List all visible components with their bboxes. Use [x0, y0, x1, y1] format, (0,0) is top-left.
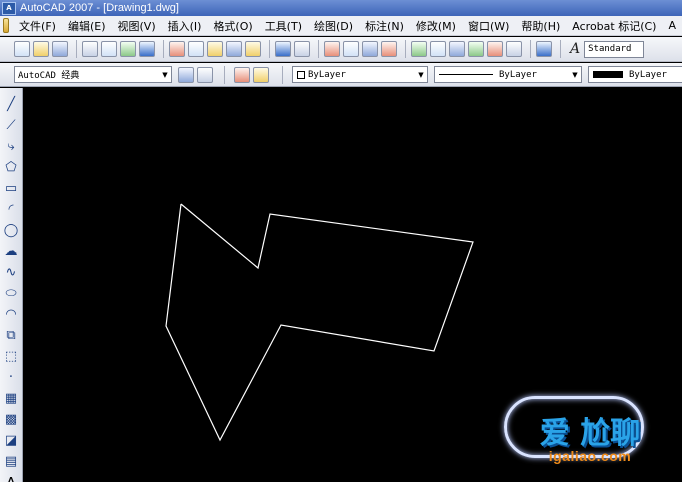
construction-line-tool-icon[interactable]: ⟋ [2, 117, 20, 135]
zoom-realtime-icon[interactable] [343, 41, 359, 57]
pan-icon[interactable] [324, 41, 340, 57]
spline-tool-icon[interactable]: ∿ [2, 264, 20, 282]
menu-dimension[interactable]: 标注(N) [359, 18, 410, 34]
menu-format[interactable]: 格式(O) [207, 18, 258, 34]
watermark-logo: 爱 尬聊 igaliao.com [498, 388, 682, 480]
table-tool-icon[interactable]: ▤ [2, 453, 20, 471]
ellipse-tool-icon[interactable]: ⬭ [2, 285, 20, 303]
polyline-tool-icon[interactable]: ⤷ [2, 138, 20, 156]
menu-modify[interactable]: 修改(M) [410, 18, 462, 34]
zoom-window-icon[interactable] [362, 41, 378, 57]
chevron-down-icon: ▼ [572, 70, 578, 79]
toolbar-divider [163, 40, 164, 58]
chevron-down-icon: ▼ [418, 70, 424, 79]
watermark-brand: 爱 尬聊 [539, 416, 641, 451]
redo-icon[interactable] [294, 41, 310, 57]
text-style-select[interactable]: Standard [584, 40, 645, 58]
plot-preview-icon[interactable] [101, 41, 117, 57]
document-menu-icon[interactable] [3, 18, 10, 33]
insert-block-tool-icon[interactable]: ⧉ [2, 327, 20, 345]
calculator-icon[interactable] [506, 41, 522, 57]
color-value: ByLayer [308, 69, 346, 80]
rectangle-tool-icon[interactable]: ▭ [2, 180, 20, 198]
menu-window[interactable]: 窗口(W) [462, 18, 515, 34]
zoom-previous-icon[interactable] [381, 41, 397, 57]
help-icon[interactable] [536, 41, 552, 57]
toolbar-divider [282, 65, 283, 84]
circle-tool-icon[interactable]: ◯ [2, 222, 20, 240]
drawn-polyline[interactable] [165, 203, 474, 442]
new-file-icon[interactable] [14, 41, 30, 57]
linetype-select[interactable]: ByLayer ▼ [434, 66, 582, 83]
workspace-select[interactable]: AutoCAD 经典 ▼ [14, 66, 172, 83]
workspace-value: AutoCAD 经典 [18, 71, 80, 81]
acrobat-pdf-icon[interactable] [234, 66, 250, 83]
print-icon[interactable] [82, 41, 98, 57]
revision-cloud-tool-icon[interactable]: ☁ [2, 243, 20, 261]
properties-toolbar: AutoCAD 经典 ▼ ByLayer ▼ ByLayer ▼ ByLayer [0, 63, 682, 87]
linetype-value: ByLayer [499, 69, 537, 80]
menu-draw[interactable]: 绘图(D) [308, 18, 359, 34]
lineweight-value: ByLayer [629, 69, 667, 80]
toolbar-divider [405, 40, 406, 58]
toolbar-divider [76, 40, 77, 58]
region-tool-icon[interactable]: ◪ [2, 432, 20, 450]
tool-palettes-icon[interactable] [449, 41, 465, 57]
point-tool-icon[interactable]: · [2, 369, 20, 387]
save-icon[interactable] [52, 41, 68, 57]
cut-icon[interactable] [169, 41, 185, 57]
toolbar-divider [530, 40, 531, 58]
lineweight-select[interactable]: ByLayer [588, 66, 682, 83]
color-select[interactable]: ByLayer ▼ [292, 66, 428, 83]
match-properties-icon[interactable] [226, 41, 242, 57]
linetype-sample [439, 74, 493, 75]
toolbar-divider [318, 40, 319, 58]
autocad-app-icon[interactable]: A [2, 1, 16, 15]
chevron-down-icon: ▼ [162, 70, 168, 79]
menu-insert[interactable]: 插入(I) [162, 18, 208, 34]
line-tool-icon[interactable]: ╱ [2, 96, 20, 114]
menu-help[interactable]: 帮助(H) [515, 18, 566, 34]
toolbar-divider [224, 65, 225, 84]
ellipse-arc-tool-icon[interactable]: ◠ [2, 306, 20, 324]
undo-icon[interactable] [275, 41, 291, 57]
menu-file[interactable]: 文件(F) [13, 18, 62, 34]
paste-icon[interactable] [207, 41, 223, 57]
open-file-icon[interactable] [33, 41, 49, 57]
acrobat-email-icon[interactable] [253, 66, 269, 83]
color-swatch [297, 70, 305, 79]
toolbar-divider [269, 40, 270, 58]
3d-dwf-icon[interactable] [139, 41, 155, 57]
lineweight-sample [593, 71, 623, 78]
block-editor-icon[interactable] [245, 41, 261, 57]
markup-set-manager-icon[interactable] [487, 41, 503, 57]
polygon-tool-icon[interactable]: ⬠ [2, 159, 20, 177]
window-title: AutoCAD 2007 - [Drawing1.dwg] [20, 2, 179, 14]
text-style-icon[interactable]: A [570, 41, 580, 57]
title-bar: A AutoCAD 2007 - [Drawing1.dwg] [0, 0, 682, 16]
hatch-tool-icon[interactable]: ▦ [2, 390, 20, 408]
menu-edit[interactable]: 编辑(E) [62, 18, 112, 34]
menu-acrobat-markup[interactable]: Acrobat 标记(C) [566, 18, 662, 34]
make-block-tool-icon[interactable]: ⬚ [2, 348, 20, 366]
arc-tool-icon[interactable]: ◜ [2, 201, 20, 219]
watermark-url: igaliao.com [548, 448, 632, 464]
menu-bar: 文件(F) 编辑(E) 视图(V) 插入(I) 格式(O) 工具(T) 绘图(D… [0, 16, 682, 36]
workspace-settings-icon[interactable] [178, 66, 194, 83]
toolbar-divider [560, 40, 561, 58]
gradient-tool-icon[interactable]: ▩ [2, 411, 20, 429]
copy-icon[interactable] [188, 41, 204, 57]
standard-toolbar: A Standard [0, 37, 682, 62]
draw-toolbar: ╱ ⟋ ⤷ ⬠ ▭ ◜ ◯ ☁ ∿ ⬭ ◠ ⧉ ⬚ · ▦ ▩ ◪ ▤ A [0, 88, 23, 482]
publish-icon[interactable] [120, 41, 136, 57]
multiline-text-tool-icon[interactable]: A [2, 474, 20, 482]
design-center-icon[interactable] [430, 41, 446, 57]
menu-overflow[interactable]: A [662, 19, 682, 32]
properties-icon[interactable] [411, 41, 427, 57]
menu-view[interactable]: 视图(V) [112, 18, 162, 34]
lock-toolbar-icon[interactable] [197, 66, 213, 83]
sheet-set-manager-icon[interactable] [468, 41, 484, 57]
menu-tools[interactable]: 工具(T) [259, 18, 308, 34]
